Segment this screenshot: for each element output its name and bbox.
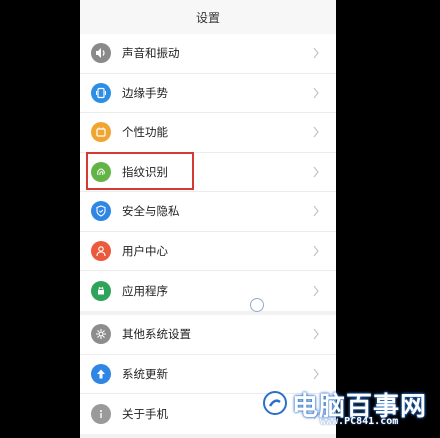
page-title: 设置 bbox=[195, 10, 220, 25]
settings-item-label: 其他系统设置 bbox=[122, 327, 191, 342]
settings-item-sound-vibration[interactable]: 声音和振动 bbox=[80, 34, 336, 74]
watermark: 电脑百事网 www.PC841.com bbox=[262, 386, 438, 432]
chevron-right-icon bbox=[313, 126, 319, 138]
settings-item-personal-features[interactable]: 个性功能 bbox=[80, 113, 336, 153]
chevron-right-icon bbox=[313, 368, 319, 380]
touch-indicator-icon bbox=[250, 298, 264, 312]
settings-item-label: 关于手机 bbox=[122, 406, 168, 421]
settings-item-security-privacy[interactable]: 安全与隐私 bbox=[80, 192, 336, 232]
chevron-right-icon bbox=[313, 205, 319, 217]
speaker-icon bbox=[91, 43, 111, 64]
gear-icon bbox=[91, 324, 111, 345]
chevron-right-icon bbox=[313, 245, 319, 257]
shield-icon bbox=[91, 201, 111, 222]
app-icon bbox=[91, 280, 111, 301]
settings-item-other-system-settings[interactable]: 其他系统设置 bbox=[80, 315, 336, 355]
chevron-right-icon bbox=[313, 47, 319, 59]
chevron-right-icon bbox=[313, 328, 319, 340]
chevron-right-icon bbox=[313, 285, 319, 297]
watermark-logo-icon bbox=[263, 391, 287, 415]
fingerprint-highlight-box bbox=[86, 152, 194, 190]
settings-item-user-center[interactable]: 用户中心 bbox=[80, 232, 336, 271]
chevron-right-icon bbox=[313, 166, 319, 178]
settings-item-label: 用户中心 bbox=[122, 243, 168, 258]
user-icon bbox=[91, 240, 111, 261]
settings-item-label: 系统更新 bbox=[122, 366, 168, 381]
settings-item-label: 声音和振动 bbox=[122, 46, 180, 61]
edge-gesture-icon bbox=[91, 82, 111, 103]
settings-item-label: 应用程序 bbox=[122, 283, 168, 298]
settings-item-label: 安全与隐私 bbox=[122, 204, 180, 219]
settings-item-applications[interactable]: 应用程序 bbox=[80, 271, 336, 311]
chevron-right-icon bbox=[313, 87, 319, 99]
settings-screen: 设置 声音和振动 边缘手势 个性功能 指纹识别 安全与隐私 用户中心 应用程序 … bbox=[80, 0, 336, 438]
watermark-url: www.PC841.com bbox=[320, 416, 399, 427]
update-arrow-icon bbox=[91, 363, 111, 384]
page-header: 设置 bbox=[80, 0, 336, 35]
settings-item-edge-gesture[interactable]: 边缘手势 bbox=[80, 74, 336, 113]
settings-item-label: 个性功能 bbox=[122, 125, 168, 140]
personal-features-icon bbox=[91, 122, 111, 143]
info-icon bbox=[91, 403, 111, 424]
settings-item-label: 边缘手势 bbox=[122, 85, 168, 100]
